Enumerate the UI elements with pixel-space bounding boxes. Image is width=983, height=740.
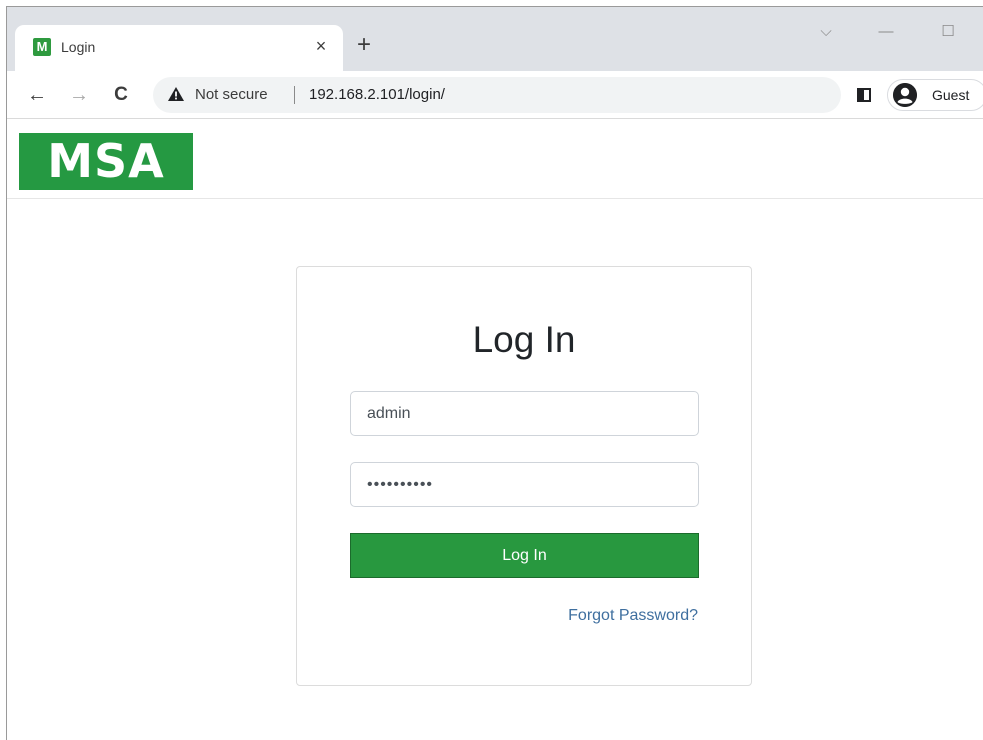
login-button[interactable]: Log In — [350, 533, 699, 578]
msa-favicon-icon: M — [33, 38, 51, 56]
back-icon[interactable]: ← — [25, 83, 49, 107]
profile-button[interactable]: Guest — [887, 79, 983, 111]
password-input[interactable] — [350, 462, 699, 507]
tab-login[interactable]: M Login × — [15, 25, 343, 71]
maximize-icon[interactable]: ☐ — [937, 21, 959, 43]
page-content: MSA Log In Log In Forgot Password? — [7, 120, 983, 740]
new-tab-icon[interactable]: + — [352, 33, 376, 57]
minimize-icon[interactable]: — — [875, 21, 897, 43]
browser-toolbar: ← → C Not secure 192.168.2.101/login/ Gu… — [7, 71, 983, 119]
url-text[interactable]: 192.168.2.101/login/ — [309, 86, 445, 103]
username-input[interactable] — [350, 391, 699, 436]
site-header: MSA — [7, 120, 983, 199]
login-heading: Log In — [472, 319, 576, 360]
msa-logo: MSA — [19, 133, 193, 190]
forward-icon[interactable]: → — [67, 83, 91, 107]
tab-search-icon[interactable]: ⌵ — [815, 21, 837, 43]
tab-title: Login — [61, 39, 96, 55]
address-divider — [294, 86, 295, 104]
address-bar[interactable]: Not secure 192.168.2.101/login/ — [153, 77, 841, 113]
profile-label: Guest — [932, 87, 970, 103]
profile-avatar-icon — [893, 83, 917, 107]
forgot-password-link[interactable]: Forgot Password? — [568, 607, 698, 625]
browser-window: M Login × + ⌵ — ☐ ← → C Not secure 192.1… — [6, 6, 983, 740]
reload-icon[interactable]: C — [109, 83, 133, 107]
warning-icon[interactable] — [167, 86, 185, 102]
tab-close-icon[interactable]: × — [310, 35, 332, 57]
side-panel-icon[interactable] — [857, 88, 871, 102]
security-status-label[interactable]: Not secure — [195, 86, 268, 103]
tab-strip: M Login × + ⌵ — ☐ — [7, 7, 983, 71]
login-card: Log In Log In Forgot Password? — [296, 266, 752, 686]
